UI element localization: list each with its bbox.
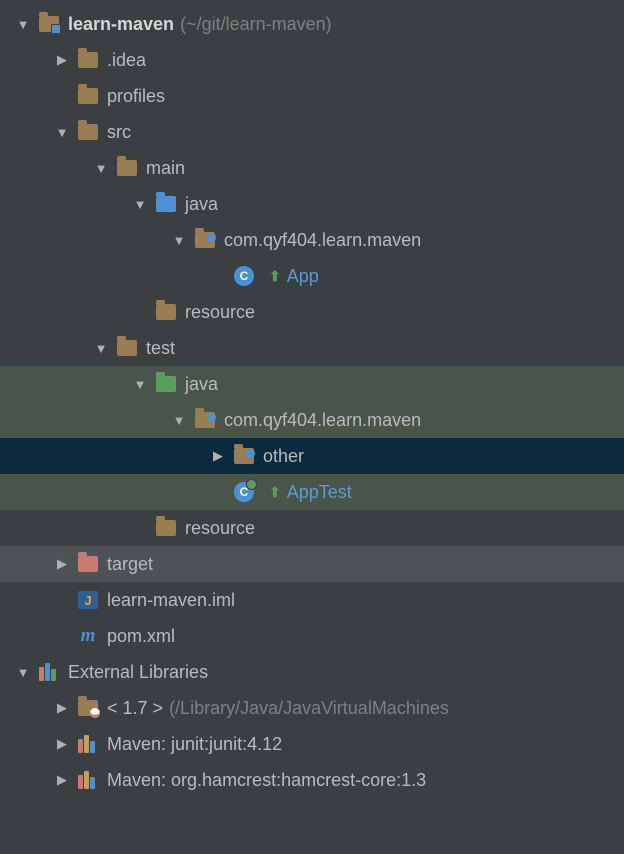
node-label: test [146,338,175,359]
folder-icon [77,121,99,143]
node-label: < 1.7 > [107,698,163,719]
node-label: other [263,446,304,467]
tree-node-src[interactable]: ▼ src [0,114,624,150]
expand-arrow-icon[interactable]: ▼ [172,413,186,428]
libraries-icon [38,661,60,683]
node-label: resource [185,302,255,323]
tree-node-jdk[interactable]: ▶ < 1.7 > (/Library/Java/JavaVirtualMach… [0,690,624,726]
tree-node-other[interactable]: ▶ other [0,438,624,474]
tree-node-pom[interactable]: m pom.xml [0,618,624,654]
folder-icon [155,517,177,539]
module-folder-icon [38,13,60,35]
test-folder-icon [155,373,177,395]
node-label: learn-maven [68,14,174,35]
library-icon [77,769,99,791]
node-label: com.qyf404.learn.maven [224,230,421,251]
tree-node-apptest-class[interactable]: C ⬆ AppTest [0,474,624,510]
library-icon [77,733,99,755]
tree-node-test-resource[interactable]: resource [0,510,624,546]
folder-icon [77,85,99,107]
expand-arrow-icon[interactable]: ▼ [16,17,30,32]
package-icon [233,445,255,467]
collapse-arrow-icon[interactable]: ▶ [55,52,69,68]
collapse-arrow-icon[interactable]: ▶ [55,700,69,716]
tree-node-app-class[interactable]: C ⬆ App [0,258,624,294]
collapse-arrow-icon[interactable]: ▶ [211,448,225,464]
runnable-icon: ⬆ [269,484,281,501]
node-label: java [185,194,218,215]
folder-icon [77,49,99,71]
node-label: pom.xml [107,626,175,647]
excluded-folder-icon [77,553,99,575]
node-label: AppTest [287,482,352,503]
maven-file-icon: m [77,625,99,647]
jdk-icon [77,697,99,719]
node-label: target [107,554,153,575]
tree-node-main-resource[interactable]: resource [0,294,624,330]
tree-node-test[interactable]: ▼ test [0,330,624,366]
node-label: App [287,266,319,287]
expand-arrow-icon[interactable]: ▼ [172,233,186,248]
node-label: resource [185,518,255,539]
node-label: .idea [107,50,146,71]
node-label: Maven: junit:junit:4.12 [107,734,282,755]
tree-node-lib-junit[interactable]: ▶ Maven: junit:junit:4.12 [0,726,624,762]
node-path: (~/git/learn-maven) [180,14,332,35]
node-path: (/Library/Java/JavaVirtualMachines [169,698,449,719]
tree-node-main-package[interactable]: ▼ com.qyf404.learn.maven [0,222,624,258]
expand-arrow-icon[interactable]: ▼ [55,125,69,140]
tree-node-iml[interactable]: J learn-maven.iml [0,582,624,618]
tree-node-idea[interactable]: ▶ .idea [0,42,624,78]
expand-arrow-icon[interactable]: ▼ [133,377,147,392]
folder-icon [116,157,138,179]
node-label: profiles [107,86,165,107]
node-label: External Libraries [68,662,208,683]
tree-node-test-java[interactable]: ▼ java [0,366,624,402]
package-icon [194,229,216,251]
folder-icon [155,301,177,323]
expand-arrow-icon[interactable]: ▼ [16,665,30,680]
tree-node-external-libs[interactable]: ▼ External Libraries [0,654,624,690]
tree-node-lib-hamcrest[interactable]: ▶ Maven: org.hamcrest:hamcrest-core:1.3 [0,762,624,798]
iml-file-icon: J [77,589,99,611]
collapse-arrow-icon[interactable]: ▶ [55,772,69,788]
class-icon: C [233,265,255,287]
project-tree: ▼ learn-maven (~/git/learn-maven) ▶ .ide… [0,0,624,798]
node-label: com.qyf404.learn.maven [224,410,421,431]
package-icon [194,409,216,431]
expand-arrow-icon[interactable]: ▼ [133,197,147,212]
test-class-icon: C [233,481,255,503]
node-label: learn-maven.iml [107,590,235,611]
collapse-arrow-icon[interactable]: ▶ [55,556,69,572]
collapse-arrow-icon[interactable]: ▶ [55,736,69,752]
folder-icon [116,337,138,359]
tree-node-main-java[interactable]: ▼ java [0,186,624,222]
tree-node-profiles[interactable]: profiles [0,78,624,114]
source-folder-icon [155,193,177,215]
expand-arrow-icon[interactable]: ▼ [94,341,108,356]
node-label: java [185,374,218,395]
node-label: Maven: org.hamcrest:hamcrest-core:1.3 [107,770,426,791]
expand-arrow-icon[interactable]: ▼ [94,161,108,176]
runnable-icon: ⬆ [269,268,281,285]
tree-node-target[interactable]: ▶ target [0,546,624,582]
tree-node-main[interactable]: ▼ main [0,150,624,186]
node-label: main [146,158,185,179]
tree-node-root[interactable]: ▼ learn-maven (~/git/learn-maven) [0,6,624,42]
tree-node-test-package[interactable]: ▼ com.qyf404.learn.maven [0,402,624,438]
node-label: src [107,122,131,143]
